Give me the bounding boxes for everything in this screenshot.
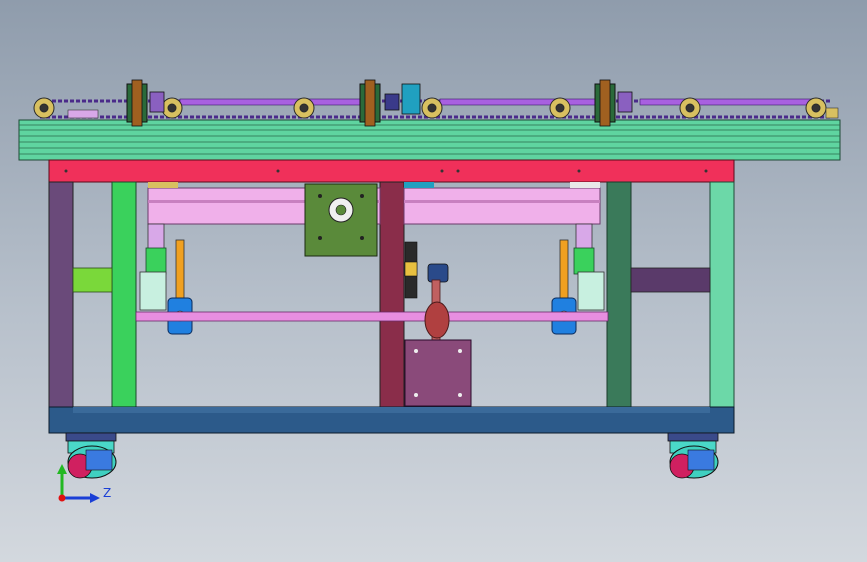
y-axis-arrowhead (57, 464, 67, 474)
center-mechanism (404, 241, 472, 407)
cad-assembly-drawing (18, 79, 841, 503)
red-beam (48, 159, 735, 183)
pink-rod (135, 311, 609, 322)
z-axis-label: Z (103, 486, 112, 500)
origin-point (58, 494, 66, 502)
caster-wheel-right (667, 432, 719, 479)
bottom-beam (48, 406, 735, 434)
caster-wheel-left (65, 432, 117, 479)
gear-block (304, 183, 378, 257)
z-axis-arrowhead (90, 493, 100, 503)
